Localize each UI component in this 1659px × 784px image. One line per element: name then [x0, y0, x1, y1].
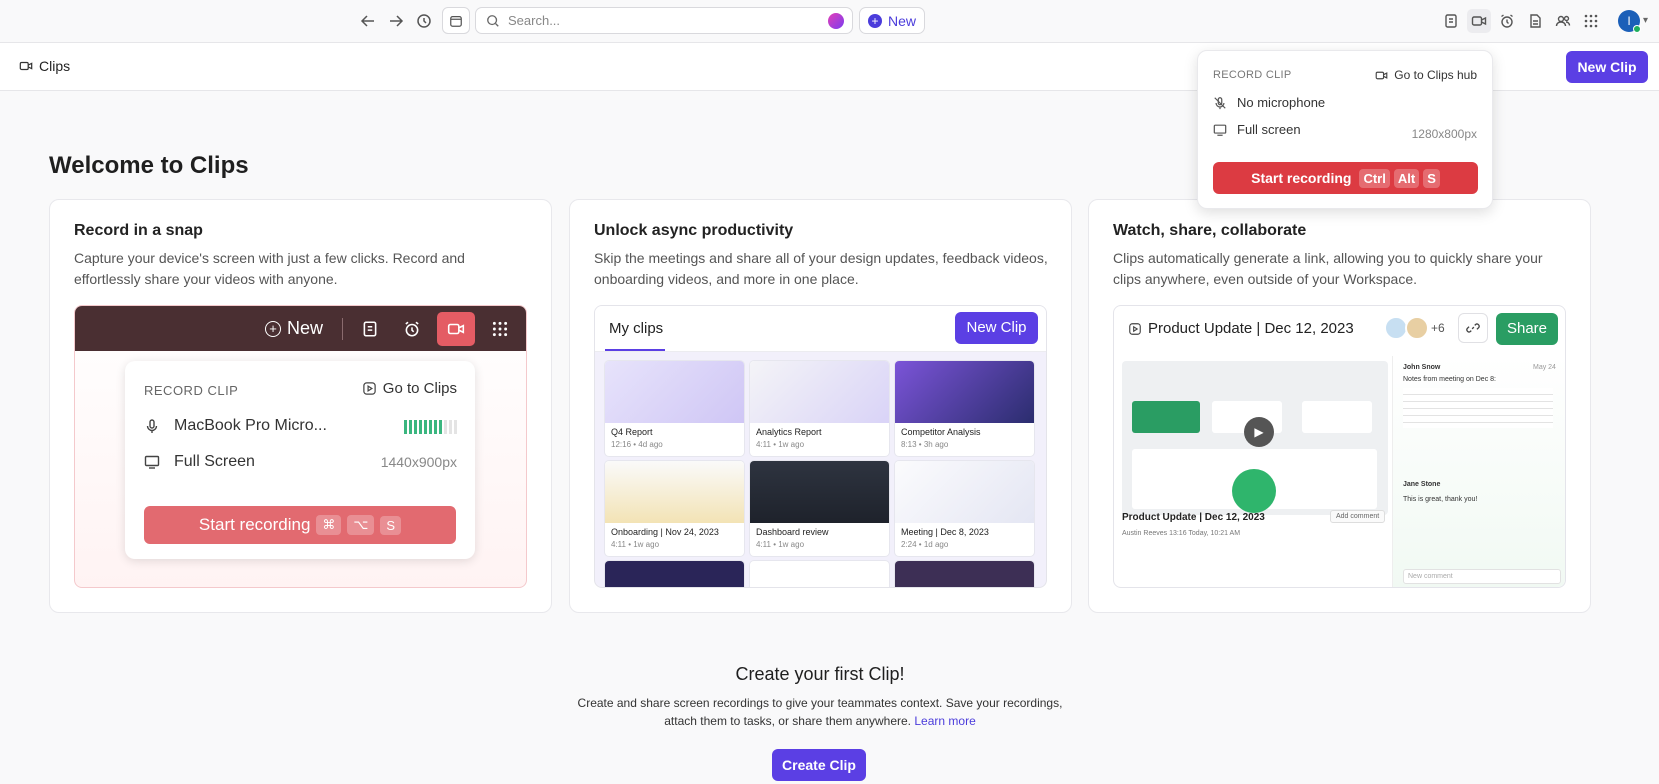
microphone-select[interactable]: No microphone — [1213, 95, 1325, 110]
share-illustration: Product Update | Dec 12, 2023 +6 Share ▶… — [1113, 305, 1566, 588]
new-button[interactable]: + New — [859, 7, 926, 34]
play-icon — [1129, 322, 1141, 335]
calendar-icon — [450, 15, 462, 27]
clip-thumbnail: Meeting | Dec 8, 2023 2:24 • 1d ago — [895, 461, 1034, 556]
new-clip-button[interactable]: New Clip — [1566, 51, 1648, 83]
calendar-button[interactable] — [442, 7, 470, 34]
apps-grid-icon[interactable] — [1579, 9, 1603, 33]
illustration-record-popover: RECORD CLIP Go to Clips MacBook Pro Micr… — [125, 361, 475, 559]
shortcut-key: Alt — [1393, 168, 1420, 188]
search-input[interactable] — [508, 13, 818, 28]
clip-thumbnail — [605, 561, 744, 587]
alarm-clock-icon — [400, 317, 424, 341]
microphone-off-icon — [1214, 96, 1226, 109]
divider — [342, 318, 343, 340]
document-icon[interactable] — [1523, 9, 1547, 33]
illustration-link-button — [1458, 313, 1488, 343]
illustration-share-button: Share — [1496, 313, 1558, 345]
card-title: Record in a snap — [74, 222, 203, 239]
video-clip-icon[interactable] — [1467, 9, 1491, 33]
comments-panel: John Snow May 24 Notes from meeting on D… — [1392, 356, 1565, 587]
history-icon[interactable] — [412, 9, 436, 33]
learn-more-link[interactable]: Learn more — [914, 714, 975, 728]
back-arrow-icon[interactable] — [356, 9, 380, 33]
link-icon — [1466, 323, 1480, 333]
feature-card-async: Unlock async productivity Skip the meeti… — [569, 199, 1072, 613]
clip-thumbnail: Analytics Report 4:11 • 1w ago — [750, 361, 889, 456]
card-description: Capture your device's screen with just a… — [74, 250, 465, 287]
monitor-icon — [144, 455, 160, 469]
page-title: Welcome to Clips — [49, 152, 249, 179]
card-title: Unlock async productivity — [594, 222, 794, 239]
video-clip-icon — [1375, 71, 1388, 79]
chevron-down-icon[interactable]: ▾ — [1643, 15, 1648, 26]
cta-title: Create your first Clip! — [735, 664, 905, 684]
video-clip-icon — [444, 317, 468, 341]
card-description: Clips automatically generate a link, all… — [1113, 250, 1543, 287]
play-icon: ▶ — [1244, 417, 1274, 447]
record-clip-popover: RECORD CLIP Go to Clips hub No microphon… — [1197, 50, 1493, 209]
people-icon[interactable] — [1551, 9, 1575, 33]
illustration-new-button: + New — [265, 318, 323, 339]
clip-thumbnail: Competitor Analysis 8:13 • 3h ago — [895, 361, 1034, 456]
notepad-icon[interactable] — [1439, 9, 1463, 33]
clip-thumbnail: Dashboard review 4:11 • 1w ago — [750, 461, 889, 556]
alarm-clock-icon[interactable] — [1495, 9, 1519, 33]
illustration-new-clip-button: New Clip — [955, 312, 1038, 344]
clip-thumbnail: Q4 Report 12:16 • 4d ago — [605, 361, 744, 456]
online-status-dot — [1633, 25, 1641, 33]
popover-label: RECORD CLIP — [1213, 69, 1292, 81]
screen-select[interactable]: Full screen — [1213, 122, 1301, 137]
notepad-icon — [358, 317, 382, 341]
breadcrumb[interactable]: Clips — [19, 58, 70, 74]
go-to-clips-hub-link[interactable]: Go to Clips hub — [1375, 68, 1477, 82]
tab-my-clips: My clips — [609, 320, 664, 337]
forward-arrow-icon[interactable] — [384, 9, 408, 33]
new-button-label: New — [888, 12, 917, 29]
avatar — [1405, 316, 1429, 340]
record-illustration: + New RECORD CLIP Go to Clips MacBook Pr… — [74, 305, 527, 588]
shortcut-key: S — [1423, 168, 1440, 188]
video-clip-icon — [19, 61, 33, 71]
search-icon — [487, 14, 499, 27]
feature-card-share: Watch, share, collaborate Clips automati… — [1088, 199, 1591, 613]
resolution-label: 1280x800px — [1411, 127, 1477, 141]
create-clip-button[interactable]: Create Clip — [772, 749, 866, 781]
microphone-icon — [146, 419, 158, 433]
my-clips-illustration: My clips New Clip Q4 Report 12:16 • 4d a… — [594, 305, 1047, 588]
search-box[interactable] — [475, 7, 853, 34]
cta-description: Create and share screen recordings to gi… — [577, 696, 1063, 728]
mic-level-meter — [404, 420, 457, 434]
video-preview: ▶ — [1122, 361, 1388, 515]
apps-grid-icon — [488, 317, 512, 341]
monitor-icon — [1213, 124, 1227, 136]
clip-thumbnail — [750, 561, 889, 587]
ai-brain-icon[interactable] — [828, 13, 844, 29]
plus-icon: + — [265, 320, 281, 337]
illustration-start-recording: Start recording ⌘ ⌥ S — [144, 506, 456, 544]
clip-thumbnail — [895, 561, 1034, 587]
clip-thumbnail: Onboarding | Nov 24, 2023 4:11 • 1w ago — [605, 461, 744, 556]
shortcut-key: Ctrl — [1359, 168, 1390, 188]
feature-card-record: Record in a snap Capture your device's s… — [49, 199, 552, 613]
card-title: Watch, share, collaborate — [1113, 222, 1307, 239]
top-bar: + New I ▾ — [0, 0, 1659, 42]
plus-icon: + — [868, 13, 882, 28]
play-icon — [363, 382, 376, 395]
start-recording-button[interactable]: Start recording Ctrl Alt S — [1213, 162, 1478, 194]
card-description: Skip the meetings and share all of your … — [594, 250, 1048, 287]
breadcrumb-label: Clips — [39, 58, 71, 74]
